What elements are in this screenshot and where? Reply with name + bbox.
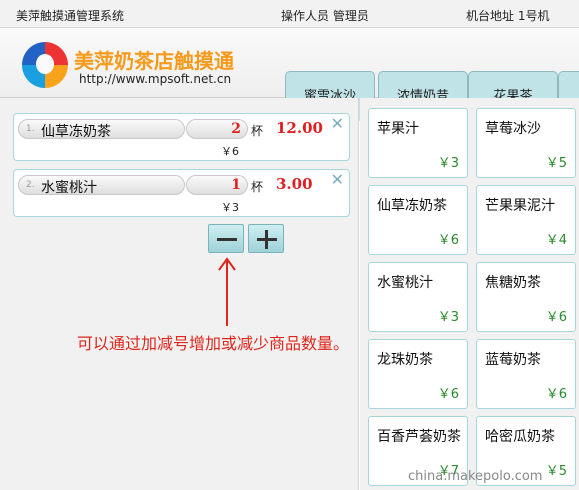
- brand-name: 美萍奶茶店触摸通: [74, 49, 234, 73]
- item-amount: 12.00: [276, 119, 323, 137]
- header: 美萍奶茶店触摸通 http://www.mpsoft.net.cn 蜜雪冰沙 浓…: [0, 28, 579, 121]
- app-title: 美萍触摸通管理系统: [16, 9, 125, 23]
- product-price: ￥3: [437, 310, 459, 325]
- order-panel: 1. 仙草冻奶茶 2 杯 12.00 ￥6 ✕ 2. 水蜜桃汁 1 杯 3.00…: [0, 98, 359, 490]
- product-grid: 苹果汁 ￥3 草莓冰沙 ￥5 仙草冻奶茶 ￥6 芒果果泥汁 ￥4 水蜜桃汁 ￥3…: [360, 98, 579, 490]
- annotation-text: 可以通过加减号增加或减少商品数量。: [77, 334, 350, 353]
- increase-quantity-button[interactable]: [248, 224, 284, 253]
- close-icon[interactable]: ✕: [331, 170, 344, 189]
- minus-icon: [217, 238, 237, 241]
- item-quantity: 1: [231, 177, 241, 193]
- item-amount: 3.00: [276, 175, 313, 193]
- product-name: 仙草冻奶茶: [377, 198, 447, 214]
- product-price: ￥5: [545, 464, 567, 479]
- item-unit: 杯: [251, 124, 264, 138]
- product-name: 水蜜桃汁: [377, 275, 433, 291]
- order-item[interactable]: 2. 水蜜桃汁 1 杯 3.00 ￥3 ✕: [13, 169, 350, 217]
- title-bar: 美萍触摸通管理系统 操作人员 管理员 机台地址 1号机: [0, 0, 579, 28]
- item-unit: 杯: [251, 180, 264, 194]
- product-card[interactable]: 芒果果泥汁 ￥4: [476, 185, 576, 255]
- decrease-quantity-button[interactable]: [208, 224, 244, 253]
- item-name-box[interactable]: 2. 水蜜桃汁: [18, 175, 185, 196]
- watermark: china.makepolo.com: [408, 469, 543, 484]
- product-price: ￥5: [545, 156, 567, 171]
- item-name: 仙草冻奶茶: [41, 124, 111, 140]
- item-index: 2.: [26, 180, 35, 190]
- product-price: ￥6: [545, 310, 567, 325]
- item-unit-price: ￥3: [221, 201, 239, 214]
- product-card[interactable]: 蓝莓奶茶 ￥6: [476, 339, 576, 409]
- product-name: 焦糖奶茶: [485, 275, 541, 291]
- product-name: 苹果汁: [377, 121, 419, 137]
- operator-label: 操作人员 管理员: [281, 9, 369, 23]
- product-card[interactable]: 仙草冻奶茶 ￥6: [368, 185, 468, 255]
- product-price: ￥6: [437, 233, 459, 248]
- logo-icon: [22, 42, 68, 88]
- item-name: 水蜜桃汁: [41, 180, 97, 196]
- quantity-field[interactable]: 1: [186, 175, 248, 195]
- product-name: 蓝莓奶茶: [485, 352, 541, 368]
- item-index: 1.: [26, 124, 35, 134]
- close-icon[interactable]: ✕: [331, 114, 344, 133]
- product-price: ￥6: [437, 387, 459, 402]
- product-card[interactable]: 龙珠奶茶 ￥6: [368, 339, 468, 409]
- annotation-arrow-icon: [218, 257, 236, 326]
- product-card[interactable]: 水蜜桃汁 ￥3: [368, 262, 468, 332]
- item-quantity: 2: [231, 121, 241, 137]
- quantity-field[interactable]: 2: [186, 119, 248, 139]
- order-item[interactable]: 1. 仙草冻奶茶 2 杯 12.00 ￥6 ✕: [13, 113, 350, 161]
- product-name: 哈密瓜奶茶: [485, 429, 555, 445]
- product-name: 草莓冰沙: [485, 121, 541, 137]
- product-card[interactable]: 草莓冰沙 ￥5: [476, 108, 576, 178]
- product-card[interactable]: 苹果汁 ￥3: [368, 108, 468, 178]
- brand-url: http://www.mpsoft.net.cn: [79, 72, 232, 86]
- product-name: 芒果果泥汁: [485, 198, 555, 214]
- product-price: ￥4: [545, 233, 567, 248]
- product-card[interactable]: 焦糖奶茶 ￥6: [476, 262, 576, 332]
- product-name: 百香芦荟奶茶: [377, 429, 461, 445]
- item-name-box[interactable]: 1. 仙草冻奶茶: [18, 119, 185, 140]
- product-name: 龙珠奶茶: [377, 352, 433, 368]
- terminal-label: 机台地址 1号机: [466, 9, 550, 23]
- item-unit-price: ￥6: [221, 145, 239, 158]
- product-price: ￥3: [437, 156, 459, 171]
- product-price: ￥6: [545, 387, 567, 402]
